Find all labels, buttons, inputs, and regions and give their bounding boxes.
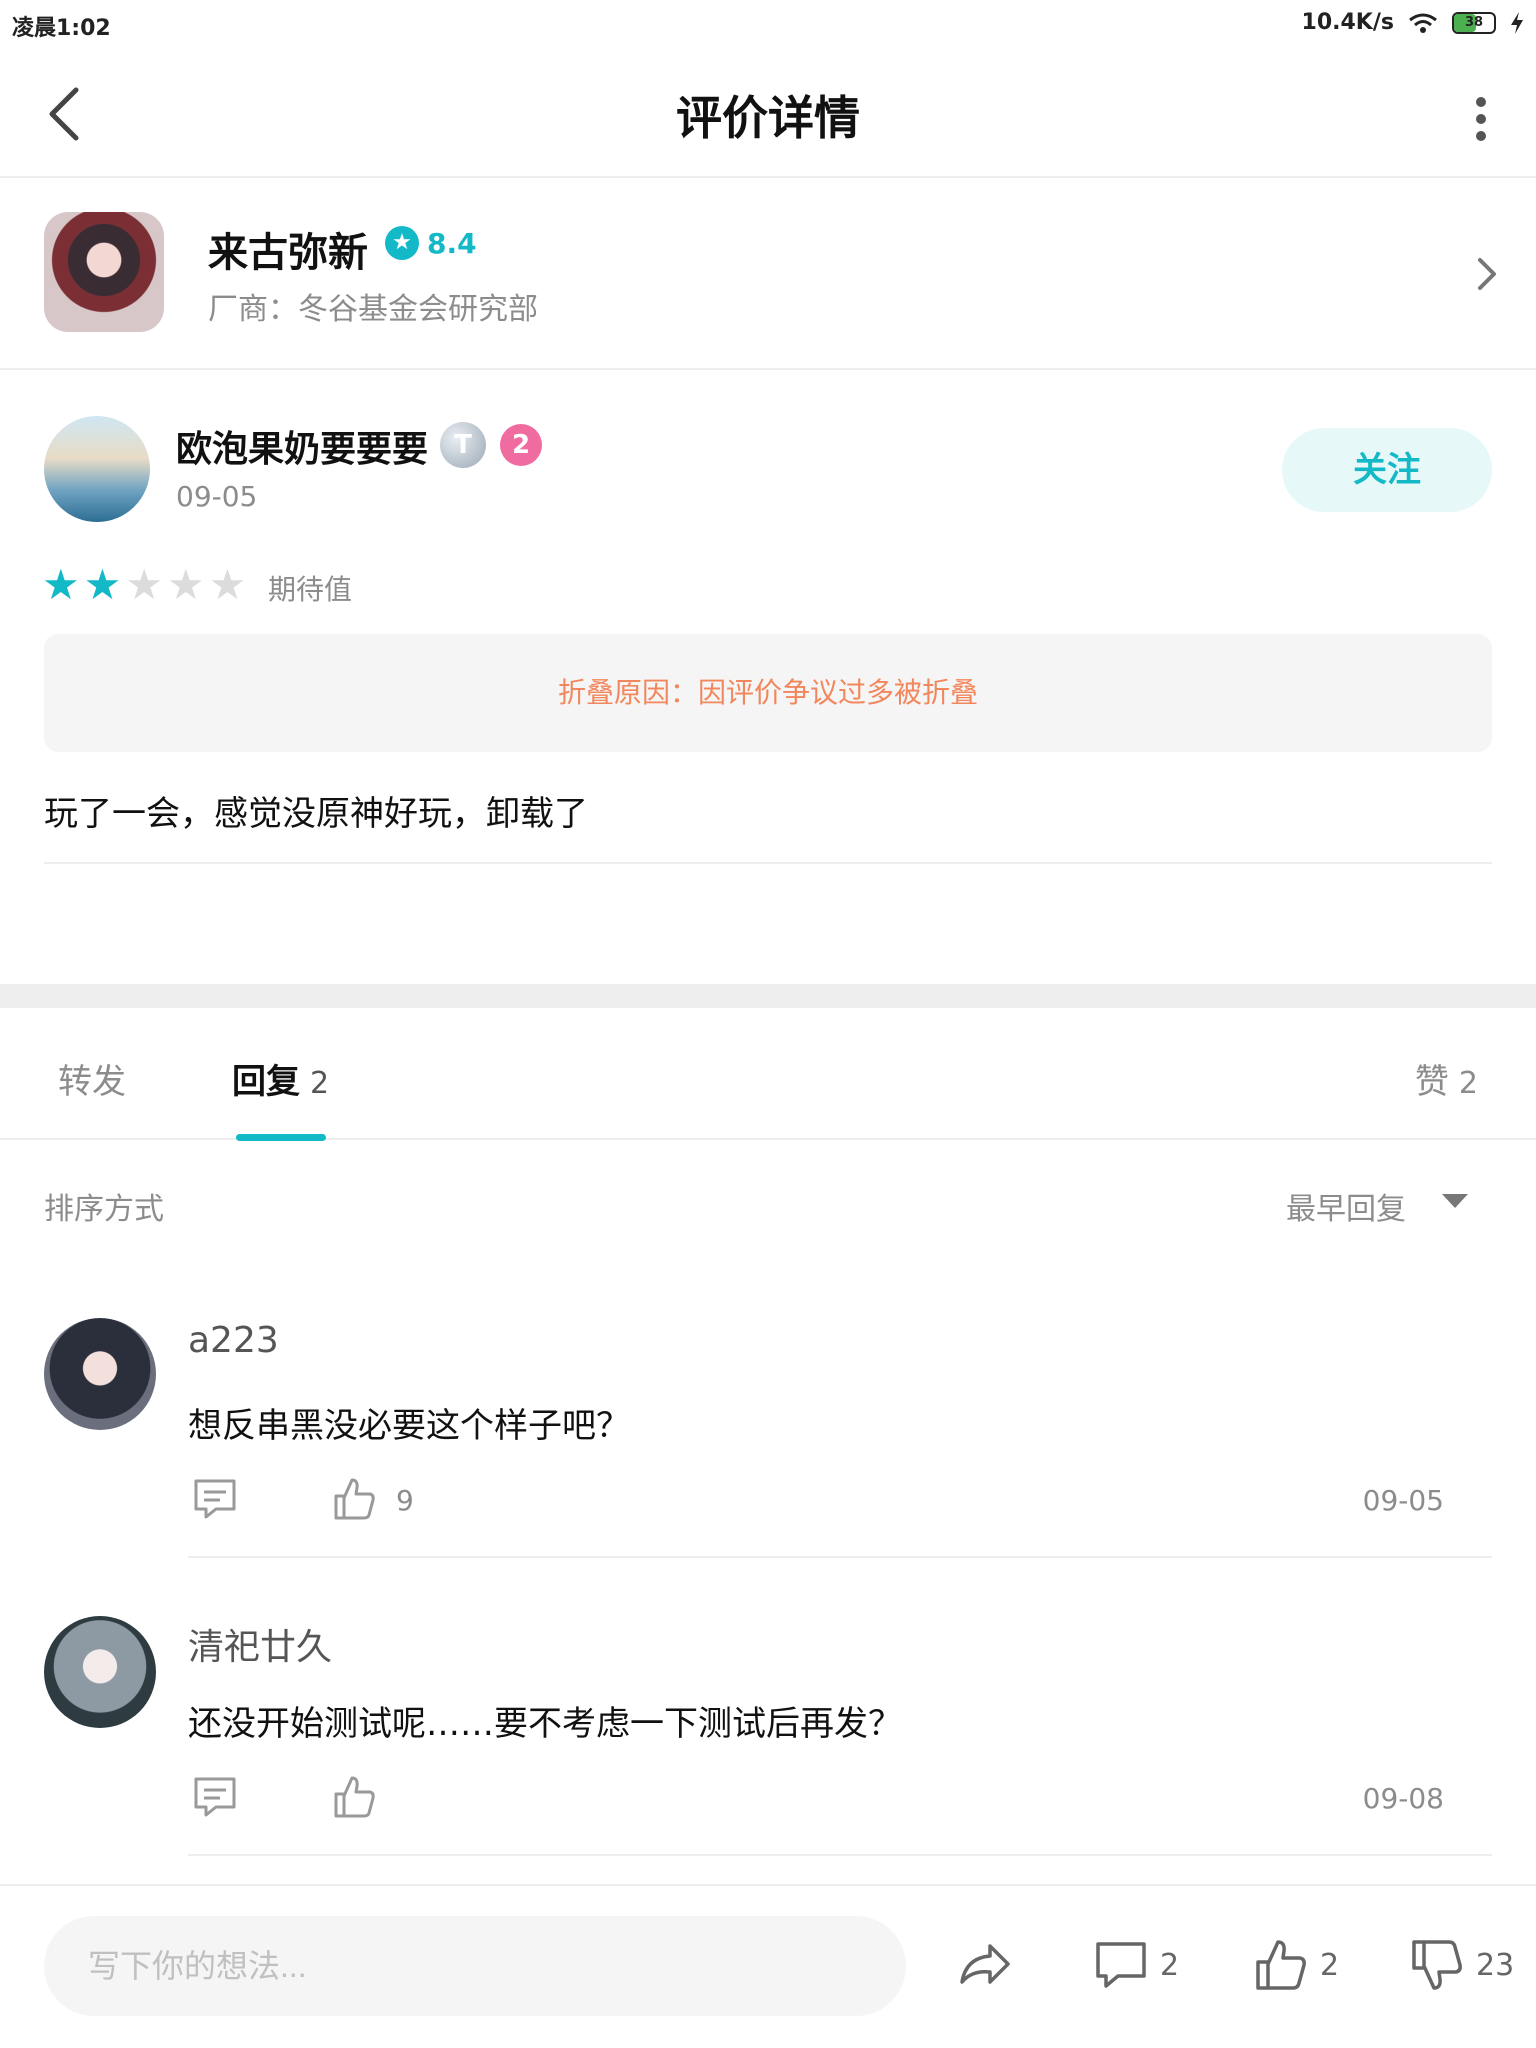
like-button[interactable]: 2	[1252, 1936, 1339, 1994]
reply-date: 09-08	[1362, 1782, 1444, 1815]
thumbs-up-icon[interactable]	[332, 1774, 378, 1820]
reply-avatar[interactable]	[44, 1616, 156, 1728]
follow-button[interactable]: 关注	[1282, 428, 1492, 512]
comment-count: 2	[1160, 1947, 1180, 1983]
rating-label: 期待值	[268, 573, 353, 606]
reply-comment-icon[interactable]	[192, 1774, 238, 1820]
reply-text: 想反串黑没必要这个样子吧？	[188, 1406, 630, 1446]
comment-input[interactable]	[44, 1916, 906, 2016]
page-title: 评价详情	[676, 91, 860, 145]
tab-likes[interactable]: 赞2	[1415, 1054, 1478, 1103]
reviewer-avatar[interactable]	[44, 416, 150, 522]
reply-comment-icon[interactable]	[192, 1476, 238, 1522]
game-name: 来古弥新	[208, 230, 368, 276]
tab-forward[interactable]: 转发	[58, 1054, 136, 1103]
dislike-button[interactable]: 23	[1408, 1936, 1514, 1994]
status-bar: 凌晨1:02 10.4K/s 38	[0, 0, 1536, 52]
star-icon: ★	[125, 560, 163, 609]
comment-icon	[1096, 1942, 1146, 1988]
game-vendor: 厂商：冬谷基金会研究部	[208, 292, 538, 327]
divider	[0, 1138, 1536, 1140]
score-star-icon: ★	[385, 226, 419, 260]
charging-icon	[1511, 11, 1523, 34]
star-icon: ★	[208, 560, 247, 609]
section-separator	[0, 984, 1536, 1008]
tab-replies[interactable]: 回复 2	[232, 1054, 329, 1103]
reply-avatar[interactable]	[44, 1318, 156, 1430]
reply-author[interactable]: 清祀廿久	[188, 1618, 332, 1670]
star-icon: ★	[42, 560, 80, 609]
star-icon: ★	[83, 560, 122, 609]
reply-text: 还没开始测试呢……要不考虑一下测试后再发？	[188, 1704, 902, 1744]
review-text: 玩了一会，感觉没原神好玩，卸载了	[44, 794, 588, 834]
status-time: 凌晨1:02	[12, 16, 111, 41]
more-options-icon[interactable]	[1466, 92, 1496, 146]
wifi-icon	[1409, 13, 1437, 33]
review-date: 09-05	[176, 480, 258, 513]
fold-notice: 折叠原因：因评价争议过多被折叠	[44, 634, 1492, 752]
active-tab-indicator	[236, 1134, 326, 1141]
tier-badge-icon: T	[440, 422, 486, 468]
level-badge: 2	[500, 424, 542, 466]
share-button[interactable]	[956, 1936, 1014, 1994]
sort-label: 排序方式	[44, 1192, 164, 1227]
battery-icon: 38	[1452, 11, 1496, 34]
reply-like-count: 9	[396, 1484, 414, 1517]
chevron-right-icon	[1478, 258, 1496, 290]
network-speed: 10.4K/s	[1301, 10, 1394, 35]
divider	[44, 862, 1492, 864]
dislike-count: 23	[1476, 1947, 1515, 1983]
thumbs-up-icon[interactable]	[332, 1476, 378, 1522]
reply-author[interactable]: a223	[188, 1320, 279, 1361]
like-count: 2	[1320, 1947, 1340, 1983]
divider	[0, 1884, 1536, 1886]
nav-bar: 评价详情	[0, 52, 1536, 178]
game-score-value: 8.4	[427, 226, 477, 260]
game-icon	[44, 212, 164, 332]
status-right: 10.4K/s 38	[1302, 10, 1524, 35]
comment-button[interactable]: 2	[1092, 1936, 1179, 1994]
game-score: ★ 8.4	[385, 226, 477, 260]
share-icon	[960, 1944, 1010, 1984]
divider	[188, 1556, 1492, 1558]
caret-down-icon[interactable]	[1438, 1184, 1472, 1218]
sort-dropdown[interactable]: 最早回复	[1286, 1184, 1406, 1228]
thumbs-up-icon	[1256, 1940, 1306, 1990]
rating-stars: ★ ★ ★ ★ ★	[42, 562, 246, 608]
star-icon: ★	[166, 560, 205, 609]
thumbs-down-icon	[1412, 1940, 1462, 1990]
game-info-row[interactable]: 来古弥新 ★ 8.4 厂商：冬谷基金会研究部	[0, 178, 1536, 370]
divider	[188, 1854, 1492, 1856]
reviewer-name[interactable]: 欧泡果奶要要要	[176, 420, 428, 472]
reply-date: 09-05	[1362, 1484, 1444, 1517]
